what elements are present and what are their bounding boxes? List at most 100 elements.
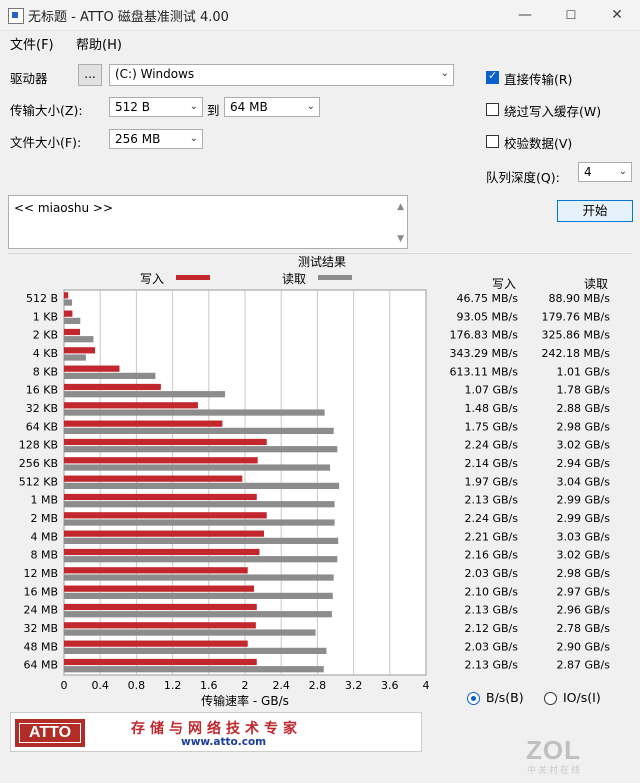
bar-read <box>64 666 324 673</box>
scroll-up-icon[interactable]: ▲ <box>397 202 404 212</box>
bar-read <box>64 427 334 434</box>
read-value-label: 3.02 GB/s <box>557 549 611 562</box>
x-axis-label: 传输速率 - GB/s <box>201 693 289 708</box>
description-textarea[interactable]: << miaoshu >> ▲ ▼ <box>8 195 408 249</box>
close-button[interactable]: ✕ <box>594 0 640 30</box>
write-value-label: 613.11 MB/s <box>450 365 519 378</box>
results-chart: 0 0.4 0.8 1.2 1.6 2 2.4 2.8 3.2 3.6 4 传输速率 - GB/s 测试… <box>19 254 611 708</box>
legend-read-swatch <box>318 275 352 280</box>
x-tick-label: 4 <box>423 679 430 692</box>
scroll-down-icon[interactable]: ▼ <box>397 234 404 244</box>
write-value-label: 2.10 GB/s <box>465 585 519 598</box>
category-label: 24 MB <box>23 604 58 617</box>
queue-depth-label: 队列深度(Q): <box>486 170 560 185</box>
to-label: 到 <box>207 103 220 118</box>
write-value-label: 2.13 GB/s <box>465 494 519 507</box>
chevron-down-icon: ⌄ <box>306 101 315 112</box>
bar-read <box>64 464 331 471</box>
write-value-label: 93.05 MB/s <box>457 310 519 323</box>
write-value-label: 2.24 GB/s <box>465 512 519 525</box>
bar-read <box>64 537 339 544</box>
bar-write <box>64 493 257 501</box>
bar-write <box>64 548 260 556</box>
legend-write-swatch <box>176 275 210 280</box>
drive-select[interactable]: (C:) Windows ⌄ <box>109 64 454 86</box>
read-value-label: 2.98 GB/s <box>557 567 611 580</box>
atto-banner[interactable]: ATTO 存储与网络技术专家 www.atto.com <box>10 712 422 752</box>
bar-write <box>64 658 257 666</box>
bar-read <box>64 556 338 563</box>
category-label: 12 MB <box>23 567 58 580</box>
legend-write-label: 写入 <box>140 272 164 286</box>
bar-write <box>64 347 96 354</box>
queue-depth-value: 4 <box>584 165 592 179</box>
transfer-size-from-value: 512 B <box>115 100 150 114</box>
transfer-size-to-select[interactable]: 64 MB ⌄ <box>224 97 320 117</box>
transfer-size-from-select[interactable]: 512 B ⌄ <box>109 97 203 117</box>
write-value-label: 1.97 GB/s <box>465 475 519 488</box>
direct-io-checkbox[interactable] <box>486 69 499 84</box>
description-text: << miaoshu >> <box>14 201 114 215</box>
menu-file[interactable]: 文件(F) <box>10 34 54 53</box>
verify-data-checkbox[interactable] <box>486 135 499 148</box>
zol-watermark: ZOL <box>526 735 581 765</box>
direct-io-label: 直接传输(R) <box>504 72 573 87</box>
maximize-button[interactable]: ☐ <box>548 0 594 30</box>
menu-help[interactable]: 帮助(H) <box>76 34 122 53</box>
bar-write <box>64 622 256 629</box>
read-value-label: 2.88 GB/s <box>557 402 611 415</box>
write-value-label: 2.24 GB/s <box>465 439 519 452</box>
read-value-label: 1.78 GB/s <box>557 384 611 397</box>
drive-label: 驱动器 <box>10 71 48 86</box>
chart-title: 测试结果 <box>298 254 346 269</box>
transfer-size-to-value: 64 MB <box>230 100 268 114</box>
col-header-read: 读取 <box>584 277 608 291</box>
read-value-label: 2.78 GB/s <box>557 622 611 635</box>
read-value-label: 2.96 GB/s <box>557 604 611 617</box>
read-value-label: 2.99 GB/s <box>557 494 611 507</box>
file-size-select[interactable]: 256 MB ⌄ <box>109 129 203 149</box>
write-value-label: 176.83 MB/s <box>450 329 519 342</box>
title-bar: 无标题 - ATTO 磁盘基准测试 4.00 — ☐ ✕ <box>0 0 640 31</box>
read-value-label: 179.76 MB/s <box>542 310 611 323</box>
unit-bytes-radio[interactable] <box>467 692 480 705</box>
start-button[interactable]: 开始 <box>557 200 633 222</box>
atto-logo: ATTO <box>15 719 85 747</box>
read-value-label: 3.04 GB/s <box>557 475 611 488</box>
bar-read <box>64 372 156 379</box>
browse-button[interactable]: ... <box>78 64 102 86</box>
category-label: 2 MB <box>30 512 58 525</box>
bar-read <box>64 299 73 306</box>
read-value-label: 2.99 GB/s <box>557 512 611 525</box>
write-value-label: 2.03 GB/s <box>465 640 519 653</box>
bar-read <box>64 629 316 636</box>
bar-read <box>64 354 86 361</box>
category-label: 1 MB <box>30 494 58 507</box>
bar-read <box>64 611 332 618</box>
bar-write <box>64 640 248 647</box>
file-size-label: 文件大小(F): <box>10 135 82 150</box>
unit-bytes-label: B/s(B) <box>486 690 524 705</box>
bar-write <box>64 567 248 574</box>
read-value-label: 1.01 GB/s <box>557 365 611 378</box>
queue-depth-select[interactable]: 4 ⌄ <box>578 162 632 182</box>
bar-write <box>64 402 198 409</box>
unit-io-radio[interactable] <box>544 692 557 705</box>
x-tick-label: 0.4 <box>91 679 109 692</box>
write-value-label: 343.29 MB/s <box>450 347 519 360</box>
read-value-label: 242.18 MB/s <box>542 347 611 360</box>
transfer-size-label: 传输大小(Z): <box>10 103 83 118</box>
app-icon <box>8 8 24 24</box>
bypass-cache-checkbox[interactable] <box>486 103 499 116</box>
category-label: 512 B <box>26 292 58 305</box>
read-value-label: 88.90 MB/s <box>549 292 611 305</box>
category-label: 32 KB <box>26 402 58 415</box>
category-label: 4 KB <box>33 347 58 360</box>
chevron-down-icon: ⌄ <box>440 68 449 79</box>
category-label: 1 KB <box>33 310 58 323</box>
bar-write <box>64 603 257 611</box>
banner-url: www.atto.com <box>181 736 267 748</box>
minimize-button[interactable]: — <box>502 0 548 30</box>
read-value-label: 325.86 MB/s <box>542 329 611 342</box>
write-value-label: 2.14 GB/s <box>465 457 519 470</box>
